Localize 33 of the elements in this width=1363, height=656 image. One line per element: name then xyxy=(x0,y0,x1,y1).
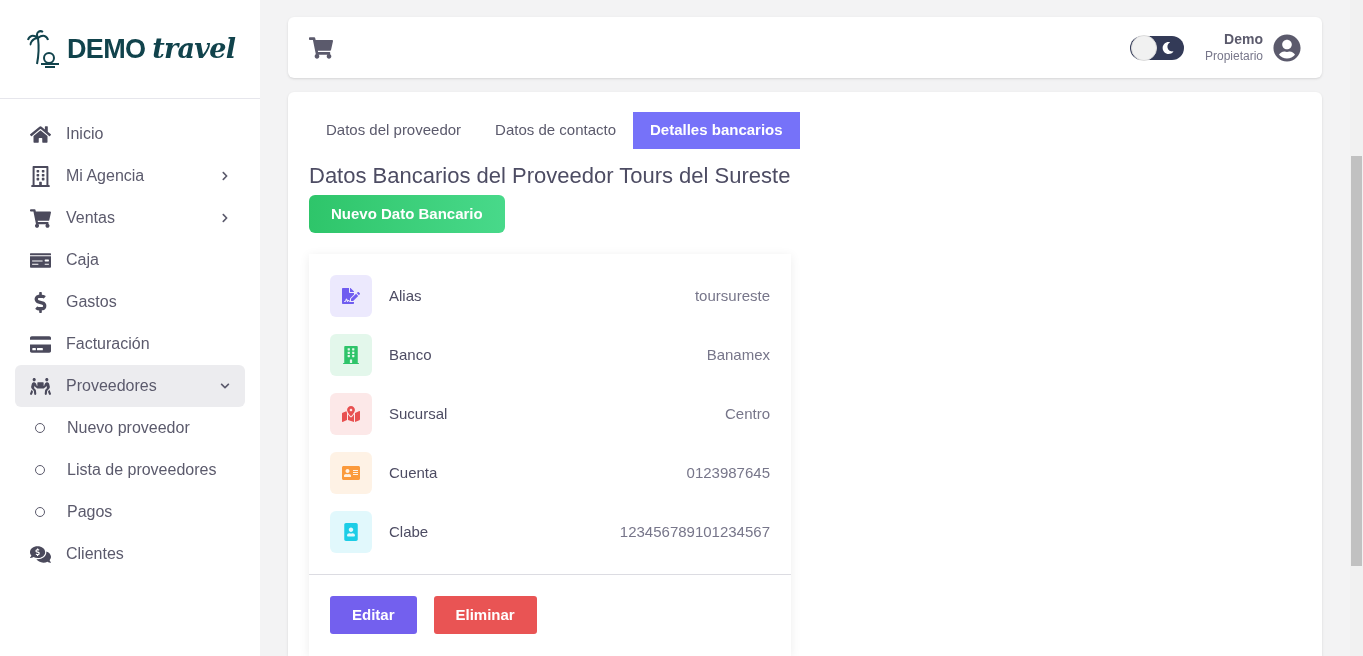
detail-value: toursureste xyxy=(694,285,770,306)
detail-value: 0123987645 xyxy=(686,462,770,483)
edit-button[interactable]: Editar xyxy=(330,596,417,634)
detail-value: Banamex xyxy=(706,344,770,365)
sidebar-item[interactable]: Proveedores xyxy=(15,365,245,407)
tab[interactable]: Datos del proveedor xyxy=(309,112,479,149)
cart-icon xyxy=(30,207,51,229)
detail-label: Sucursal xyxy=(389,403,449,424)
dark-mode-toggle[interactable] xyxy=(1129,35,1184,60)
detail-value: Centro xyxy=(724,403,770,424)
moon-icon xyxy=(1161,41,1174,54)
cart-icon[interactable] xyxy=(309,36,333,59)
user-role: Propietario xyxy=(1204,48,1263,64)
chevron-right-icon xyxy=(220,213,230,223)
detail-label: Banco xyxy=(389,344,433,365)
tab[interactable]: Detalles bancarios xyxy=(633,112,800,149)
logo-wordmark: DEMO travel xyxy=(67,31,236,66)
detail-value: 123456789101234567 xyxy=(619,521,770,542)
detail-label: Clabe xyxy=(389,521,430,542)
user-name: Demo xyxy=(1224,31,1263,49)
people-carrying-box-icon xyxy=(30,375,51,397)
page-title: Datos Bancarios del Proveedor Tours del Sureste xyxy=(309,162,791,190)
chat-dollar-icon xyxy=(30,543,51,565)
chevron-down-icon xyxy=(220,381,230,391)
delete-button[interactable]: Eliminar xyxy=(433,596,537,634)
credit-card-icon xyxy=(30,333,51,355)
detail-label: Cuenta xyxy=(389,462,439,483)
detail-label: Alias xyxy=(389,285,423,306)
chevron-right-icon xyxy=(220,171,230,181)
tab[interactable]: Datos de contacto xyxy=(478,112,633,149)
user-avatar-icon[interactable] xyxy=(1273,33,1301,62)
building-icon xyxy=(30,165,51,187)
home-icon xyxy=(30,123,51,145)
